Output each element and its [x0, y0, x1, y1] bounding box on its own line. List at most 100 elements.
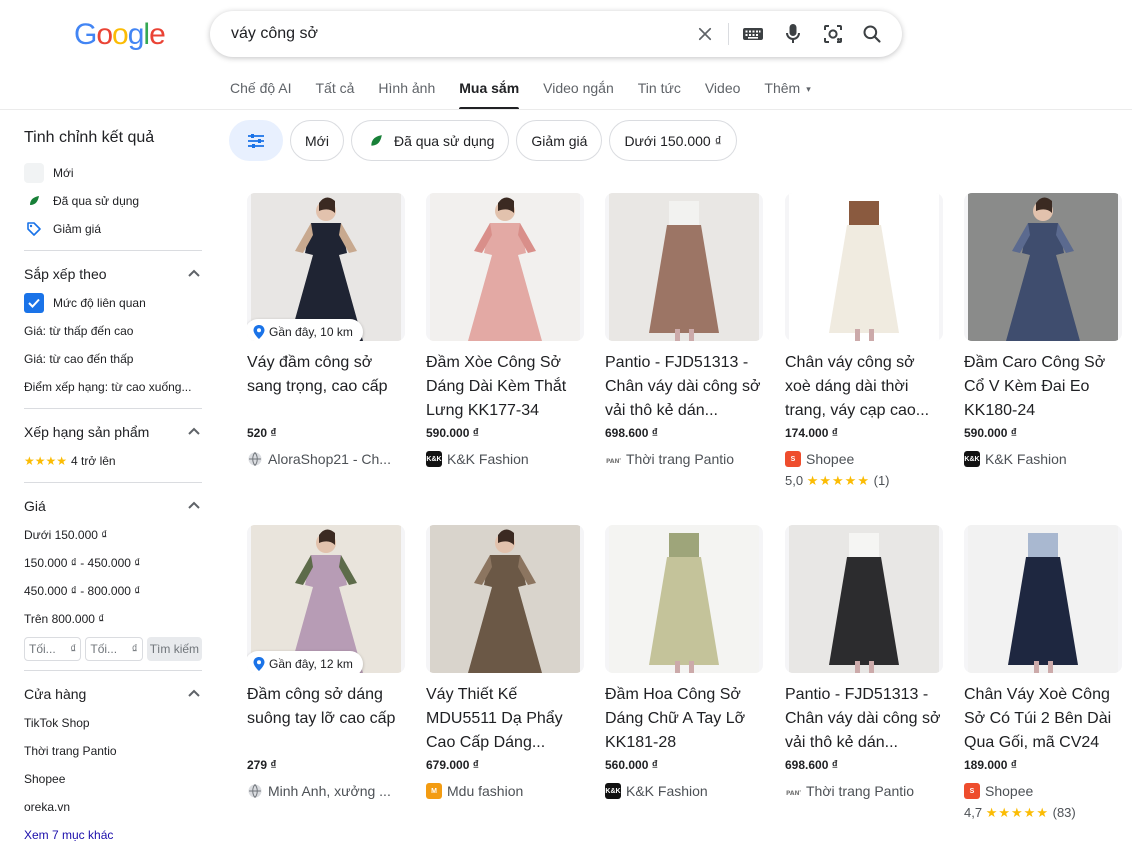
tab-1[interactable]: Tất cả [316, 80, 355, 109]
tab-0[interactable]: Chế độ AI [230, 80, 292, 109]
sort-relevance[interactable]: Mức độ liên quan [24, 289, 202, 317]
max-price-input[interactable]: Tối... ₫ [85, 637, 143, 661]
store-item[interactable]: Shopee [24, 765, 202, 793]
product-card[interactable]: Đầm Hoa Công Sở Dáng Chữ A Tay Lỡ KK181-… [605, 525, 765, 802]
tab-4[interactable]: Video ngắn [543, 80, 614, 109]
product-card[interactable]: Gần đây, 10 km Váy đầm công sở sang trọn… [247, 193, 407, 470]
search-input[interactable] [231, 25, 671, 43]
checkbox-checked-icon[interactable] [24, 293, 44, 313]
store-item[interactable]: TikTok Shop [24, 709, 202, 737]
sort-option[interactable]: Điểm xếp hạng: từ cao xuống... [24, 373, 202, 401]
chip-new[interactable]: Mới [290, 120, 344, 161]
product-title[interactable]: Đầm Hoa Công Sở Dáng Chữ A Tay Lỡ KK181-… [605, 683, 765, 755]
chip-discount[interactable]: Giảm giá [516, 120, 603, 161]
product-seller[interactable]: PANTIO Thời trang Pantio [605, 448, 765, 470]
clear-icon[interactable] [692, 21, 718, 47]
tune-filters-button[interactable] [229, 120, 283, 161]
logo-letter: o [112, 18, 129, 51]
tab-2[interactable]: Hình ảnh [378, 80, 435, 109]
chip-used[interactable]: Đã qua sử dụng [350, 120, 510, 161]
chevron-up-icon [188, 427, 200, 435]
lens-icon[interactable] [820, 21, 846, 47]
product-seller[interactable]: K&K K&K Fashion [605, 780, 765, 802]
product-seller[interactable]: S Shopee [964, 780, 1124, 802]
product-card[interactable]: Pantio - FJD51313 - Chân váy dài công sở… [605, 193, 765, 470]
product-image[interactable]: Gần đây, 10 km [247, 193, 405, 341]
product-image[interactable] [964, 193, 1122, 341]
tab-label: Chế độ AI [230, 80, 292, 96]
min-price-input[interactable]: Tối... ₫ [24, 637, 82, 661]
chip-under-150k[interactable]: Dưới 150.000 ₫ [609, 120, 737, 161]
sort-section: Sắp xếp theo Mức độ liên quan Giá: từ th… [24, 250, 202, 401]
kk-logo-icon: K&K [605, 783, 621, 799]
price-search-button[interactable]: Tìm kiếm [146, 637, 203, 661]
filter-new[interactable]: Mới [24, 159, 202, 187]
product-image[interactable] [605, 193, 763, 341]
product-image[interactable] [964, 525, 1122, 673]
price-header[interactable]: Giá [24, 491, 202, 521]
keyboard-icon[interactable] [740, 21, 766, 47]
sort-option[interactable]: Giá: từ thấp đến cao [24, 317, 202, 345]
product-title[interactable]: Pantio - FJD51313 - Chân váy dài công sở… [785, 683, 945, 755]
product-card[interactable]: Gần đây, 12 km Đầm công sở dáng suông ta… [247, 525, 407, 802]
more-stores-link[interactable]: Xem 7 mục khác [24, 821, 202, 849]
filter-used[interactable]: Đã qua sử dụng [24, 187, 202, 215]
rating-count: (1) [873, 473, 890, 488]
product-image[interactable] [426, 525, 584, 673]
google-logo[interactable]: Google [74, 18, 166, 52]
rating-heading: Xếp hạng sản phẩm [24, 424, 150, 440]
store-item[interactable]: Thời trang Pantio [24, 737, 202, 765]
stores-header[interactable]: Cửa hàng [24, 679, 202, 709]
product-title[interactable]: Đầm Xòe Công Sở Dáng Dài Kèm Thắt Lưng K… [426, 351, 586, 423]
tab-3[interactable]: Mua sắm [459, 80, 519, 110]
product-title[interactable]: Váy đầm công sở sang trọng, cao cấp [247, 351, 407, 423]
sort-option[interactable]: Giá: từ cao đến thấp [24, 345, 202, 373]
search-icon[interactable] [859, 21, 885, 47]
tab-5[interactable]: Tin tức [638, 80, 681, 109]
price-range[interactable]: 150.000 ₫ - 450.000 ₫ [24, 549, 202, 577]
product-title[interactable]: Chân Váy Xoè Công Sở Có Túi 2 Bên Dài Qu… [964, 683, 1124, 755]
product-card[interactable]: Chân váy công sở xoè dáng dài thời trang… [785, 193, 945, 493]
filter-discount[interactable]: Giảm giá [24, 215, 202, 243]
price-range[interactable]: Dưới 150.000 ₫ [24, 521, 202, 549]
product-card[interactable]: Đầm Caro Công Sở Cổ V Kèm Đai Eo KK180-2… [964, 193, 1124, 470]
rating-header[interactable]: Xếp hạng sản phẩm [24, 417, 202, 447]
product-title[interactable]: Đầm Caro Công Sở Cổ V Kèm Đai Eo KK180-2… [964, 351, 1124, 423]
product-title[interactable]: Pantio - FJD51313 - Chân váy dài công sở… [605, 351, 765, 423]
product-image[interactable] [785, 525, 943, 673]
logo-letter: o [96, 18, 113, 51]
product-card[interactable]: Đầm Xòe Công Sở Dáng Dài Kèm Thắt Lưng K… [426, 193, 586, 470]
store-item[interactable]: oreka.vn [24, 793, 202, 821]
tab-6[interactable]: Video [705, 80, 741, 109]
tab-7[interactable]: Thêm ▾ [764, 80, 810, 109]
chevron-up-icon [188, 689, 200, 697]
product-seller[interactable]: PANTIO Thời trang Pantio [785, 780, 945, 802]
product-image[interactable] [426, 193, 584, 341]
product-title[interactable]: Váy Thiết Kế MDU5511 Dạ Phẩy Cao Cấp Dán… [426, 683, 586, 755]
product-seller[interactable]: AloraShop21 - Ch... [247, 448, 407, 470]
product-title[interactable]: Đầm công sở dáng suông tay lỡ cao cấp [247, 683, 407, 755]
product-seller[interactable]: K&K K&K Fashion [964, 448, 1124, 470]
product-card[interactable]: Pantio - FJD51313 - Chân váy dài công sở… [785, 525, 945, 802]
product-seller[interactable]: S Shopee [785, 448, 945, 470]
rating-filter[interactable]: ★★★★ 4 trở lên [24, 447, 202, 475]
product-photo [430, 193, 580, 341]
price-range[interactable]: Trên 800.000 ₫ [24, 605, 202, 633]
product-seller[interactable]: K&K K&K Fashion [426, 448, 586, 470]
sort-header[interactable]: Sắp xếp theo [24, 259, 202, 289]
product-image[interactable] [605, 525, 763, 673]
product-image[interactable]: Gần đây, 12 km [247, 525, 405, 673]
pantio-logo-icon: PANTIO [605, 451, 621, 467]
price-range[interactable]: 450.000 ₫ - 800.000 ₫ [24, 577, 202, 605]
product-seller[interactable]: Minh Anh, xưởng ... [247, 780, 407, 802]
filter-new-label: Mới [53, 166, 74, 180]
product-card[interactable]: Váy Thiết Kế MDU5511 Dạ Phẩy Cao Cấp Dán… [426, 525, 586, 802]
product-title[interactable]: Chân váy công sở xoè dáng dài thời trang… [785, 351, 945, 423]
search-box[interactable] [210, 11, 902, 57]
microphone-icon[interactable] [780, 21, 806, 47]
product-image[interactable] [785, 193, 943, 341]
new-icon [24, 163, 44, 183]
product-seller[interactable]: M Mdu fashion [426, 780, 586, 802]
currency-label: ₫ [70, 642, 77, 656]
product-card[interactable]: Chân Váy Xoè Công Sở Có Túi 2 Bên Dài Qu… [964, 525, 1124, 825]
